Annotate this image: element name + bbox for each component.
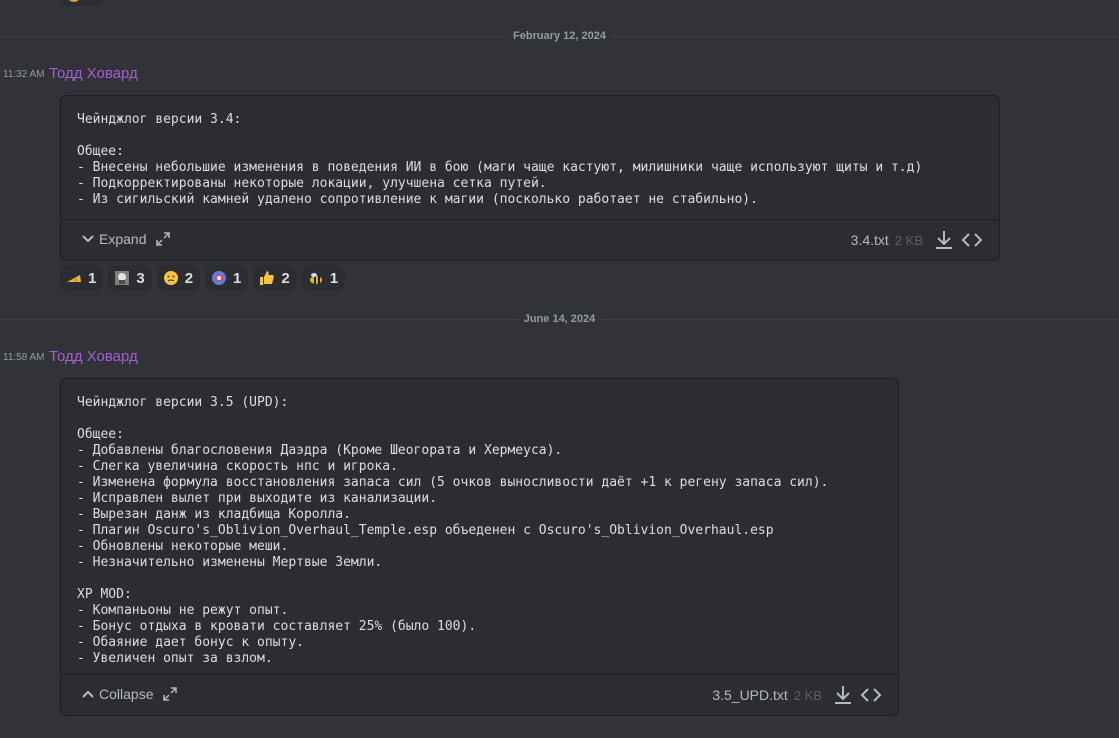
reaction-button[interactable]: 3 bbox=[108, 265, 152, 291]
attachment-content: Чейнджлог версии 3.5 (UPD): Общее: - Доб… bbox=[77, 395, 829, 666]
reaction-button[interactable]: 2 bbox=[156, 265, 201, 291]
view-code-icon[interactable] bbox=[961, 229, 983, 251]
attachment-footer: Collapse 3.5_UPD.txt 2 KB bbox=[61, 674, 898, 715]
reaction-count: 1 bbox=[88, 269, 97, 287]
reaction-count: 1 bbox=[329, 269, 339, 287]
file-info: 3.5_UPD.txt 2 KB bbox=[712, 684, 882, 706]
reaction-count: 2 bbox=[184, 269, 194, 287]
text-file-attachment: Чейнджлог версии 3.4: Общее: - Внесены н… bbox=[60, 95, 1000, 261]
reaction-count: 3 bbox=[136, 269, 145, 287]
reaction-count: 2 bbox=[281, 269, 290, 287]
chevron-down-icon bbox=[82, 235, 94, 243]
message-timestamp: 11:32 AM bbox=[3, 69, 45, 80]
open-fullscreen-icon[interactable] bbox=[156, 232, 171, 246]
message-timestamp: 11:58 AM bbox=[3, 352, 45, 363]
emoji-icon bbox=[68, 0, 80, 2]
file-name[interactable]: 3.4.txt bbox=[851, 232, 889, 248]
expand-button[interactable]: Expand bbox=[81, 231, 171, 247]
view-code-icon[interactable] bbox=[860, 684, 882, 706]
date-divider-label: June 14, 2024 bbox=[517, 313, 602, 325]
file-size: 2 KB bbox=[793, 687, 822, 703]
date-divider-label: February 12, 2024 bbox=[507, 30, 612, 42]
reaction-button[interactable]: 2 bbox=[253, 265, 297, 291]
thumbs-up-emoji-icon bbox=[260, 271, 275, 285]
open-fullscreen-icon[interactable] bbox=[163, 687, 178, 701]
attachment-content: Чейнджлог версии 3.4: Общее: - Внесены н… bbox=[77, 112, 923, 207]
expand-label: Expand bbox=[99, 231, 147, 247]
reaction-bar: 1 3 2 1 2 1 bbox=[60, 265, 346, 291]
collapse-label: Collapse bbox=[99, 686, 154, 702]
date-divider: June 14, 2024 bbox=[0, 313, 1119, 325]
file-info: 3.4.txt 2 KB bbox=[851, 229, 983, 251]
attachment-footer: Expand 3.4.txt 2 KB bbox=[61, 219, 999, 260]
globe-emoji-icon bbox=[212, 271, 227, 285]
reaction-button[interactable]: 1 bbox=[301, 265, 346, 291]
reaction-button[interactable]: 1 bbox=[60, 265, 104, 291]
reaction-count: 1 bbox=[233, 269, 242, 287]
message-author[interactable]: Тодд Ховард bbox=[49, 65, 138, 82]
message-author[interactable]: Тодд Ховард bbox=[49, 348, 138, 365]
file-name[interactable]: 3.5_UPD.txt bbox=[712, 687, 787, 703]
collapse-button[interactable]: Collapse bbox=[81, 686, 178, 702]
download-icon[interactable] bbox=[832, 684, 854, 706]
file-size: 2 KB bbox=[894, 232, 923, 248]
bee-emoji-icon bbox=[309, 273, 322, 284]
previous-reaction-stub[interactable] bbox=[60, 0, 104, 6]
chevron-up-icon bbox=[82, 690, 94, 698]
date-divider: February 12, 2024 bbox=[0, 30, 1119, 42]
text-file-attachment: Чейнджлог версии 3.5 (UPD): Общее: - Доб… bbox=[60, 378, 899, 716]
download-icon[interactable] bbox=[933, 229, 955, 251]
smirk-face-emoji-icon bbox=[163, 271, 178, 285]
skull-portrait-emoji-icon bbox=[115, 271, 130, 285]
cheese-emoji-icon bbox=[67, 275, 81, 282]
reaction-button[interactable]: 1 bbox=[205, 265, 249, 291]
